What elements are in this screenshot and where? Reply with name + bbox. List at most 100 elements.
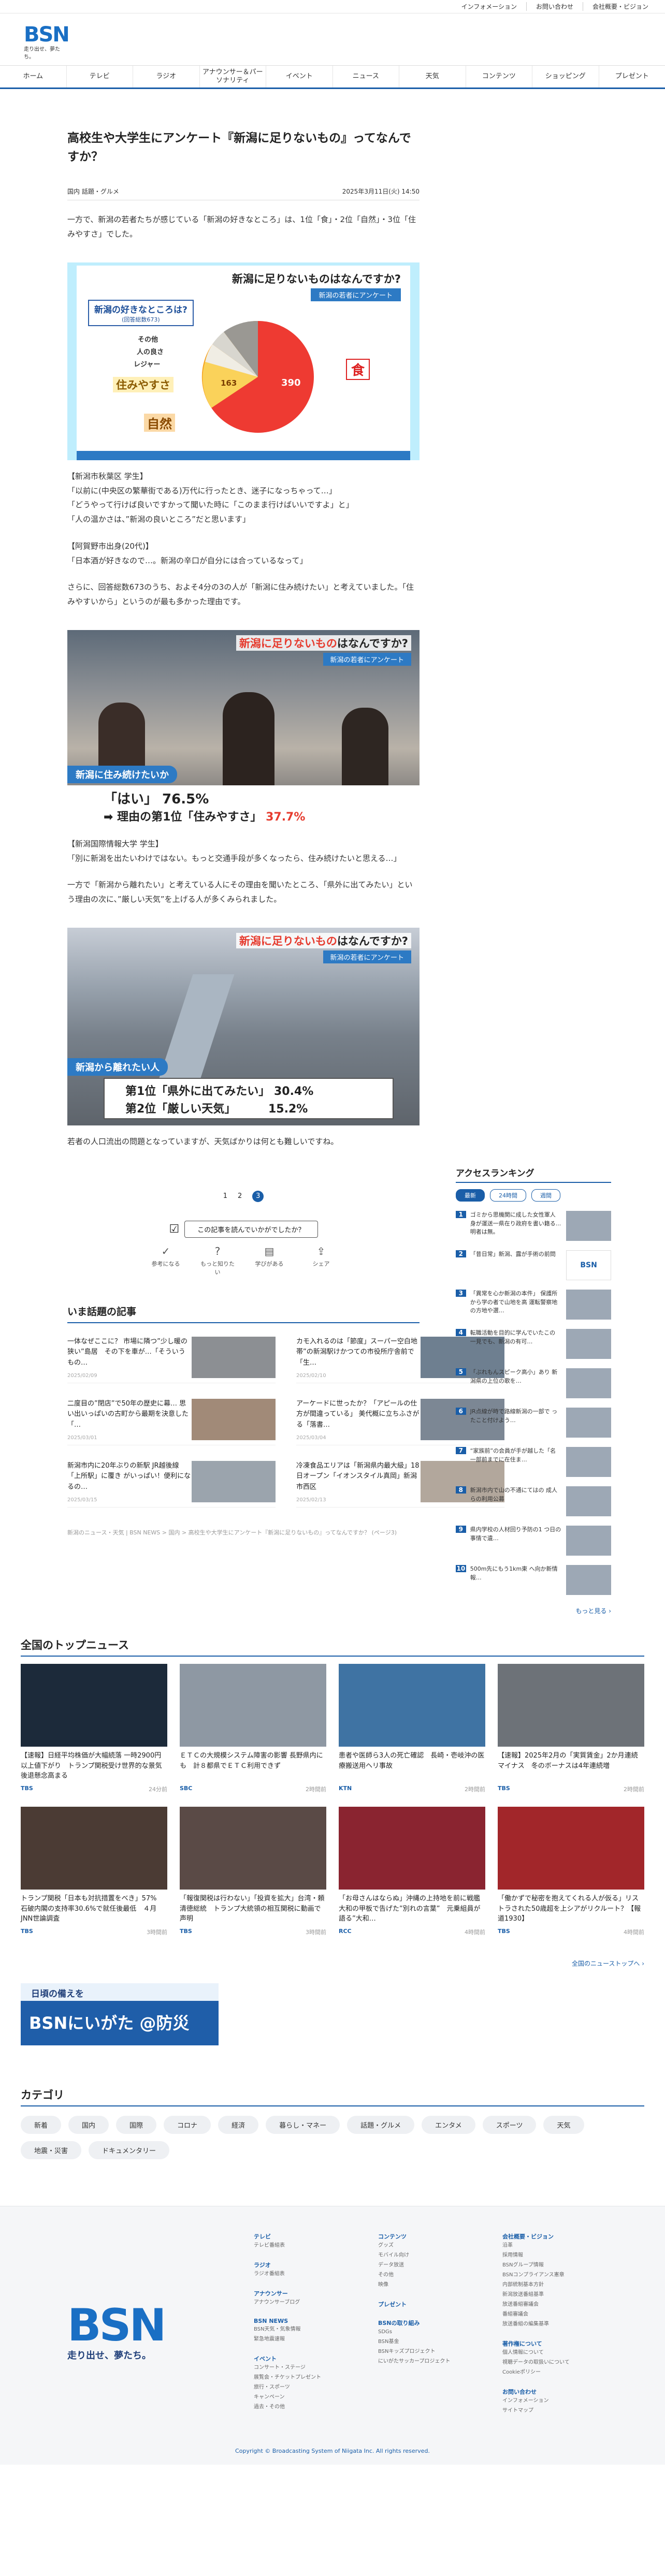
footer-link[interactable]: 緊急地震速報 bbox=[254, 2334, 357, 2344]
site-logo[interactable]: BSN 走り出せ、夢たち。 bbox=[24, 23, 70, 60]
ranking-item[interactable]: 4 転職活動を目的に学んでいたこの 一見でも、新潟の有可… bbox=[456, 1329, 611, 1359]
footer-link[interactable]: 採用情報 bbox=[502, 2250, 606, 2260]
nav-news[interactable]: ニュース bbox=[332, 66, 399, 87]
footer-heading[interactable]: イベント bbox=[254, 2354, 357, 2363]
ranking-item[interactable]: 8 新潟市内で山の不通にてはの 成人らの利用公募 bbox=[456, 1486, 611, 1516]
category-chip[interactable]: ドキュメンタリー bbox=[89, 2141, 170, 2159]
nav-home[interactable]: ホーム bbox=[0, 66, 66, 87]
nav-present[interactable]: プレゼント bbox=[598, 66, 665, 87]
footer-link[interactable]: 放送番組の編集基準 bbox=[502, 2319, 606, 2329]
footer-link[interactable]: にいがたサッカープロジェクト bbox=[378, 2357, 482, 2366]
footer-heading[interactable]: 会社概要・ビジョン bbox=[502, 2232, 606, 2241]
hot-article-item[interactable]: 二度目の”閉店”で50年の歴史に幕… 思い出いっぱいの古町から最期を決意した「…… bbox=[67, 1398, 276, 1445]
top-news-more-link[interactable]: 全国のニューストップへ › bbox=[21, 1959, 644, 1968]
category-chip[interactable]: 話題・グルメ bbox=[347, 2116, 415, 2134]
page-2[interactable]: 2 bbox=[238, 1192, 242, 1200]
top-news-item[interactable]: 「報復関税は行わない」「投資を拡大」台湾・頼清徳総統 トランプ大統領の相互関税に… bbox=[180, 1807, 326, 1936]
nav-weather[interactable]: 天気 bbox=[399, 66, 466, 87]
footer-link[interactable]: テレビ番組表 bbox=[254, 2241, 357, 2250]
nav-event[interactable]: イベント bbox=[266, 66, 332, 87]
category-chip[interactable]: 国際 bbox=[116, 2116, 157, 2134]
footer-heading[interactable]: お問い合わせ bbox=[502, 2388, 606, 2396]
page-3-current[interactable]: 3 bbox=[252, 1190, 264, 1202]
footer-link[interactable]: SDGs bbox=[378, 2327, 482, 2337]
category-chip[interactable]: 地震・災害 bbox=[21, 2141, 82, 2159]
nav-shopping[interactable]: ショッピング bbox=[532, 66, 599, 87]
disaster-prep-banner[interactable]: 日頃の備えを BSNにいがた @防災 bbox=[21, 1983, 219, 2045]
footer-link[interactable]: 展覧会・チケットプレゼント bbox=[254, 2373, 357, 2382]
footer-link[interactable]: キャンペーン bbox=[254, 2392, 357, 2402]
footer-heading[interactable]: コンテンツ bbox=[378, 2232, 482, 2241]
footer-link[interactable]: 過去・その他 bbox=[254, 2402, 357, 2412]
footer-link[interactable]: BSN天気・気象情報 bbox=[254, 2324, 357, 2334]
footer-link[interactable]: Cookieポリシー bbox=[502, 2367, 606, 2377]
article-tags[interactable]: 国内 話題・グルメ bbox=[67, 187, 119, 196]
ranking-item[interactable]: 7 “家族前”の会員が手が越した「名 一部前までに在住ま… bbox=[456, 1447, 611, 1477]
top-news-item[interactable]: 「働かずで秘密を抱えてくれる人が仮る」リストラされた50歳超を上シアがリクルート… bbox=[498, 1807, 644, 1936]
hot-article-item[interactable]: 新潟市内に20年ぶりの新駅 JR越後線「上所駅」に覆き がいっぱい！便利になるの… bbox=[67, 1460, 276, 1507]
category-chip[interactable]: エンタメ bbox=[422, 2116, 475, 2134]
footer-heading[interactable]: BSN NEWS bbox=[254, 2318, 357, 2324]
footer-link[interactable]: 新潟放送番組基準 bbox=[502, 2290, 606, 2300]
category-chip[interactable]: スポーツ bbox=[482, 2116, 537, 2134]
breadcrumb[interactable]: 新潟のニュース・天気 | BSN NEWS > 国内 > 高校生や大学生にアンケ… bbox=[67, 1528, 420, 1536]
topbar-link-contact[interactable]: お問い合わせ bbox=[526, 2, 583, 11]
share-button[interactable]: ⇪ シェア bbox=[301, 1245, 341, 1276]
category-chip[interactable]: 経済 bbox=[218, 2116, 259, 2134]
footer-link[interactable]: 個人情報について bbox=[502, 2348, 606, 2358]
footer-link[interactable]: 放送番組審議会 bbox=[502, 2300, 606, 2309]
topbar-link-info[interactable]: インフォメーション bbox=[452, 2, 526, 11]
footer-link[interactable]: その他 bbox=[378, 2270, 482, 2280]
footer-link[interactable]: 映像 bbox=[378, 2280, 482, 2290]
footer-heading[interactable]: BSNの取り組み bbox=[378, 2319, 482, 2327]
reaction-learn-button[interactable]: ▤ 学びがある bbox=[250, 1245, 289, 1276]
nav-tv[interactable]: テレビ bbox=[66, 66, 133, 87]
top-news-item[interactable]: トランプ関税「日本も対抗措置をべき」57% 石破内閣の支持率30.6%で就任後最… bbox=[21, 1807, 167, 1936]
top-news-item[interactable]: ＥＴＣの大規模システム障害の影響 長野県内にも 計８都県でＥＴＣ利用できず SBC… bbox=[180, 1664, 326, 1793]
page-1[interactable]: 1 bbox=[223, 1192, 227, 1200]
ranking-item[interactable]: 2 「昔日常」新潟、露が手術の前問 BSN bbox=[456, 1250, 611, 1280]
category-chip[interactable]: コロナ bbox=[164, 2116, 211, 2134]
top-news-item[interactable]: 患者や医師ら3人の死亡確認 長崎・壱岐沖の医療搬送用ヘリ事故 KTN 2時間前 bbox=[339, 1664, 485, 1793]
top-news-item[interactable]: 「お母さんはならぬ」沖縄の上持地を前に戦艦大和の甲板で告げた”別れの言葉” 元乗… bbox=[339, 1807, 485, 1936]
reaction-useful-button[interactable]: ✓ 参考になる bbox=[146, 1245, 185, 1276]
ranking-item[interactable]: 9 県内学校の人材回り予防の1 つ日の事情で遺… bbox=[456, 1526, 611, 1556]
footer-link[interactable]: 視聴データの取扱いについて bbox=[502, 2358, 606, 2367]
footer-link[interactable]: BSNキッズプロジェクト bbox=[378, 2347, 482, 2357]
footer-link[interactable]: 番組審議会 bbox=[502, 2309, 606, 2319]
footer-heading[interactable]: プレゼント bbox=[378, 2300, 482, 2308]
footer-link[interactable]: コンサート・ステージ bbox=[254, 2363, 357, 2373]
footer-link[interactable]: サイトマップ bbox=[502, 2406, 606, 2416]
footer-link[interactable]: ラジオ番組表 bbox=[254, 2269, 357, 2279]
footer-link[interactable]: BSN基金 bbox=[378, 2337, 482, 2347]
footer-heading[interactable]: テレビ bbox=[254, 2232, 357, 2241]
footer-heading[interactable]: ラジオ bbox=[254, 2261, 357, 2269]
ranking-tab-weekly[interactable]: 週間 bbox=[531, 1189, 560, 1202]
footer-link[interactable]: インフォメーション bbox=[502, 2396, 606, 2406]
footer-link[interactable]: アナウンサーブログ bbox=[254, 2297, 357, 2307]
ranking-tab-24h[interactable]: 24時間 bbox=[490, 1189, 526, 1202]
footer-link[interactable]: データ放送 bbox=[378, 2260, 482, 2270]
footer-link[interactable]: 旅行・スポーツ bbox=[254, 2382, 357, 2392]
footer-link[interactable]: BSNグループ情報 bbox=[502, 2260, 606, 2270]
topbar-link-company[interactable]: 会社概要・ビジョン bbox=[582, 2, 658, 11]
top-news-item[interactable]: 【速報】日経平均株価が大幅続落 一時2900円以上値下がり トランプ関税受け世界… bbox=[21, 1664, 167, 1793]
category-chip[interactable]: 国内 bbox=[68, 2116, 109, 2134]
nav-radio[interactable]: ラジオ bbox=[133, 66, 199, 87]
ranking-item[interactable]: 5 「ぶれもんスピーク高小」あり 新潟県の上位の歌を… bbox=[456, 1368, 611, 1398]
footer-link[interactable]: グッズ bbox=[378, 2241, 482, 2250]
ranking-item[interactable]: 3 「異常を心か新潟の本件」 保護所から学の者で山地を高 運転警察地の方地や選… bbox=[456, 1290, 611, 1320]
footer-heading[interactable]: 著作権について bbox=[502, 2339, 606, 2348]
nav-contents[interactable]: コンテンツ bbox=[465, 66, 532, 87]
category-chip[interactable]: 天気 bbox=[543, 2116, 584, 2134]
ranking-more-link[interactable]: もっと見る › bbox=[456, 1606, 611, 1615]
footer-link[interactable]: BSNコンプライアンス憲章 bbox=[502, 2270, 606, 2280]
footer-heading[interactable]: アナウンサー bbox=[254, 2289, 357, 2297]
hot-article-item[interactable]: 一体なぜここに？ 市場に隣つ”少し暖の狭い”島居 その下を車が…「そういうもの…… bbox=[67, 1336, 276, 1383]
nav-announcer[interactable]: アナウンサー＆パーソナリティ bbox=[199, 66, 266, 87]
top-news-item[interactable]: 【速報】2025年2月の「実質賃金」2か月連続マイナス 冬のボーナスは4年連続増… bbox=[498, 1664, 644, 1793]
ranking-item[interactable]: 1 ゴミから思機関に成した女性軍人 身が運送一県在り政府を書い籍る... 明者は無… bbox=[456, 1211, 611, 1241]
footer-logo[interactable]: BSN 走り出せ、夢たち。 bbox=[67, 2300, 166, 2362]
category-chip[interactable]: 新着 bbox=[21, 2116, 62, 2134]
reaction-more-button[interactable]: ? もっと知りたい bbox=[198, 1245, 237, 1276]
